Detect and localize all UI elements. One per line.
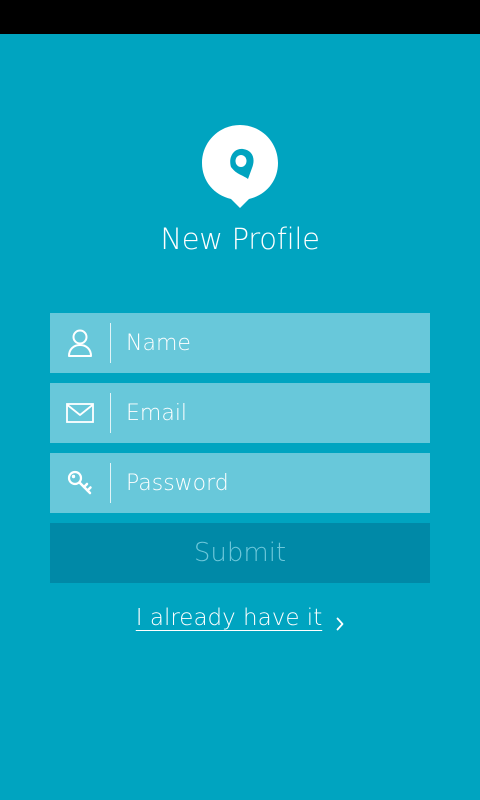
chat-bubble-logo-icon	[201, 123, 279, 209]
person-icon	[50, 313, 110, 373]
field-divider	[110, 463, 111, 503]
field-divider	[110, 323, 111, 363]
login-link-label: I already have it	[135, 605, 323, 631]
field-divider	[110, 393, 111, 433]
already-have-account-link[interactable]: I already have it	[0, 605, 480, 631]
submit-button[interactable]: Submit	[50, 523, 430, 583]
name-field[interactable]	[50, 313, 430, 373]
email-field[interactable]	[50, 383, 430, 443]
envelope-icon	[50, 383, 110, 443]
name-input[interactable]	[126, 313, 416, 373]
chevron-right-icon	[336, 611, 344, 631]
page-title: New Profile	[160, 222, 320, 256]
password-input[interactable]	[126, 453, 416, 513]
status-bar	[0, 0, 480, 34]
password-field[interactable]	[50, 453, 430, 513]
key-icon	[50, 453, 110, 513]
email-input[interactable]	[126, 383, 416, 443]
